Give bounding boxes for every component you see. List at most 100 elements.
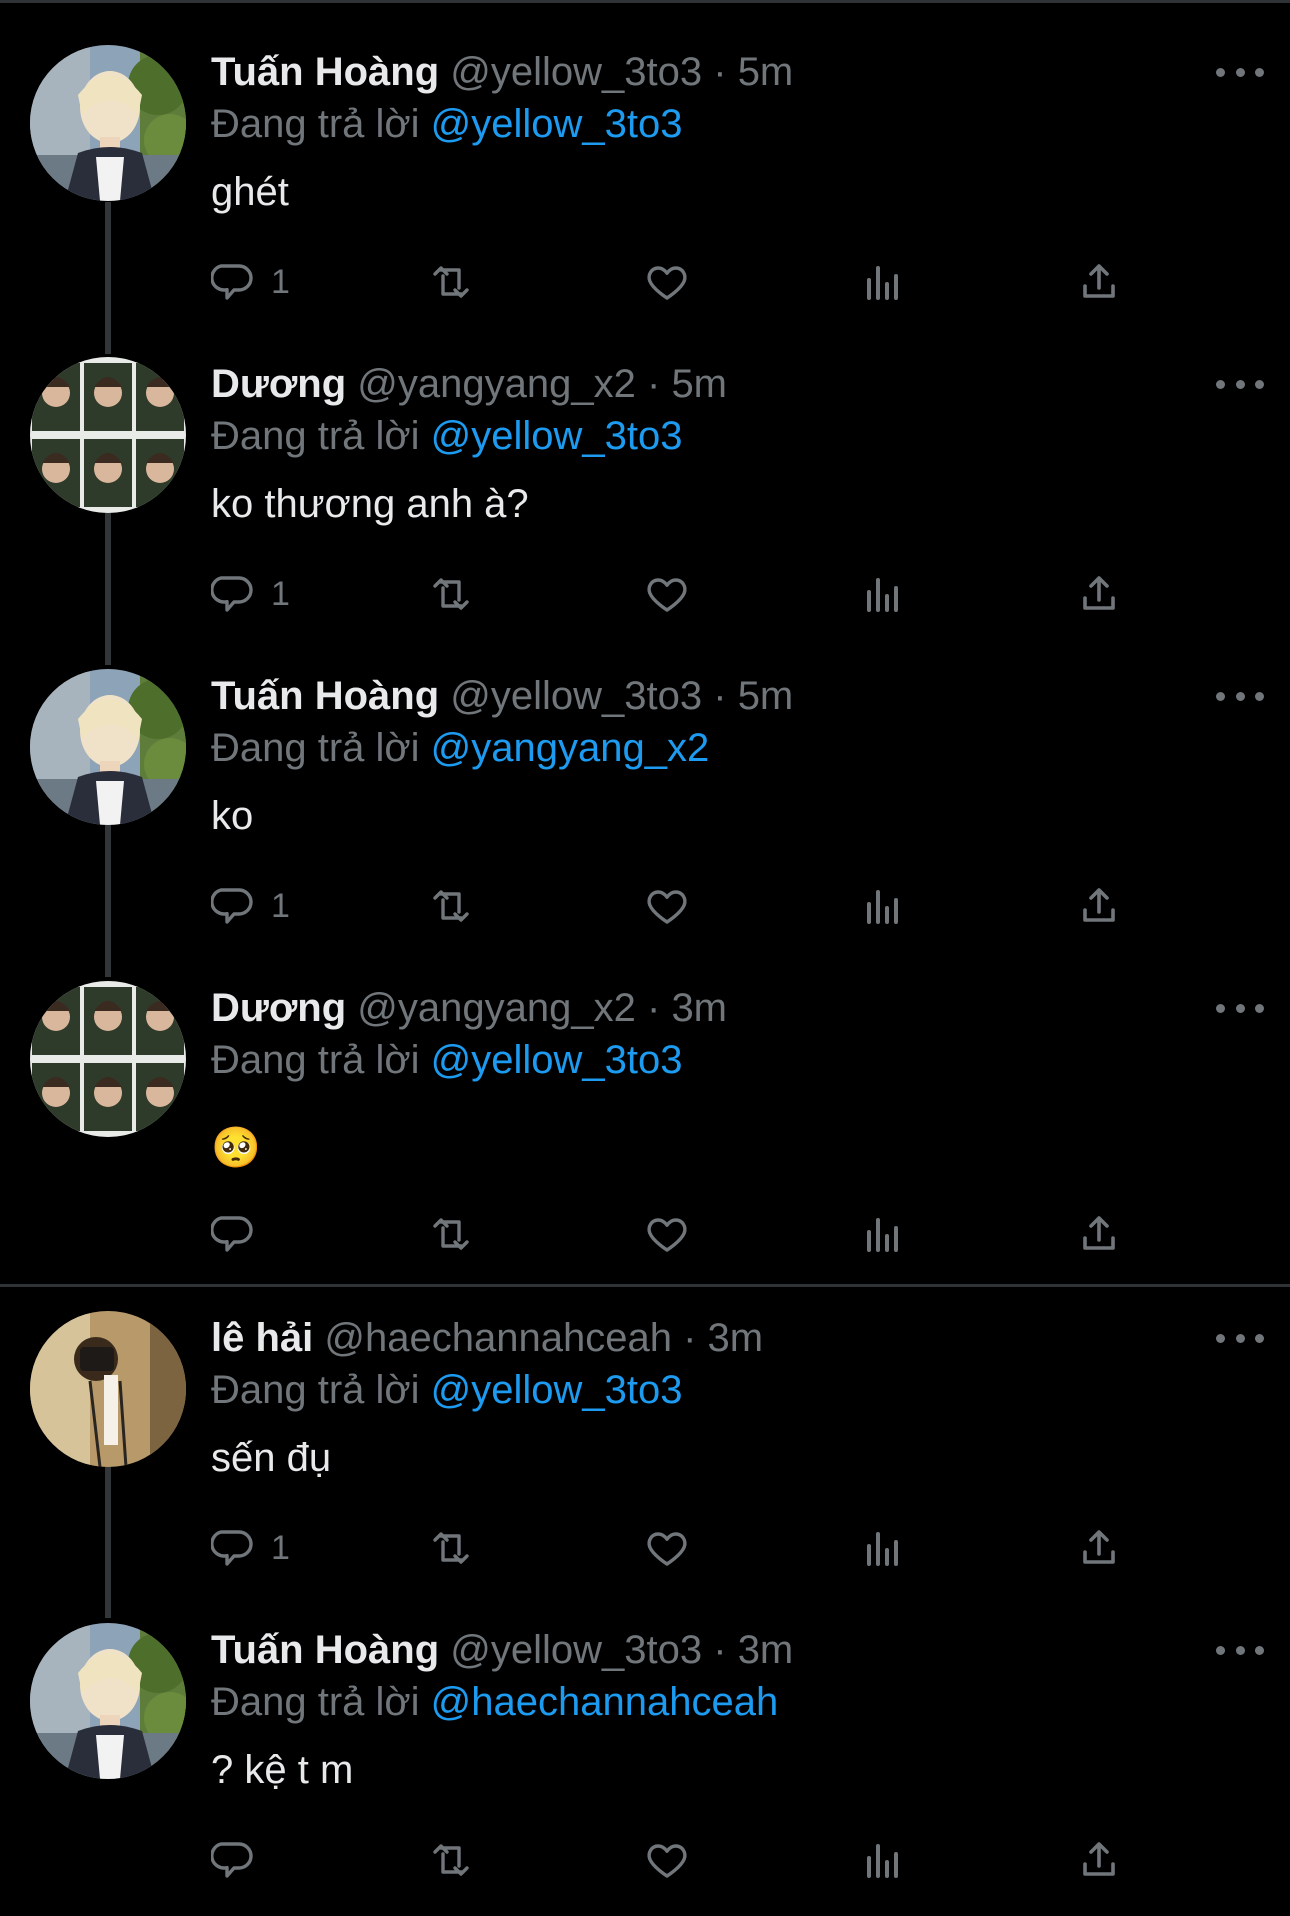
share-button[interactable] <box>1075 564 1123 624</box>
reply-icon <box>211 882 259 930</box>
reply-prefix: Đang trả lời <box>211 102 420 146</box>
avatar[interactable] <box>30 1311 186 1467</box>
reply-count: 1 <box>271 262 290 301</box>
avatar[interactable] <box>30 1623 186 1779</box>
like-button[interactable] <box>643 1830 691 1890</box>
display-name[interactable]: Tuấn Hoàng <box>211 50 439 94</box>
user-handle[interactable]: @yellow_3to3 <box>450 674 702 718</box>
retweet-button[interactable] <box>427 1830 475 1890</box>
timestamp[interactable]: 3m <box>708 1316 764 1360</box>
avatar[interactable] <box>30 669 186 825</box>
action-bar: 1 <box>211 252 1251 312</box>
views-button[interactable] <box>859 1830 907 1890</box>
reply-mention[interactable]: @haechannahceah <box>431 1680 779 1724</box>
share-button[interactable] <box>1075 1518 1123 1578</box>
reply-mention[interactable]: @yellow_3to3 <box>431 102 683 146</box>
timestamp[interactable]: 5m <box>738 674 794 718</box>
timestamp[interactable]: 5m <box>738 50 794 94</box>
timestamp[interactable]: 3m <box>671 986 727 1030</box>
reply-count: 1 <box>271 886 290 925</box>
reply-button[interactable] <box>211 1830 271 1890</box>
avatar[interactable] <box>30 981 186 1137</box>
share-icon <box>1075 882 1123 930</box>
views-button[interactable] <box>859 1518 907 1578</box>
action-bar <box>211 1204 1251 1264</box>
user-handle[interactable]: @yellow_3to3 <box>450 50 702 94</box>
retweet-button[interactable] <box>427 252 475 312</box>
user-handle[interactable]: @yellow_3to3 <box>450 1628 702 1672</box>
retweet-button[interactable] <box>427 564 475 624</box>
tweet-text: 🥺 <box>211 1126 261 1170</box>
user-handle[interactable]: @yangyang_x2 <box>357 986 636 1030</box>
like-icon <box>643 570 691 618</box>
timestamp[interactable]: 5m <box>671 362 727 406</box>
more-icon[interactable] <box>1216 988 1264 1028</box>
more-icon[interactable] <box>1216 1630 1264 1670</box>
user-handle[interactable]: @yangyang_x2 <box>357 362 636 406</box>
retweet-icon <box>427 1210 475 1258</box>
reply-count: 1 <box>271 574 290 613</box>
reply-button[interactable]: 1 <box>211 1518 290 1578</box>
user-handle[interactable]: @haechannahceah <box>324 1316 672 1360</box>
more-icon[interactable] <box>1216 364 1264 404</box>
share-icon <box>1075 258 1123 306</box>
retweet-button[interactable] <box>427 1204 475 1264</box>
reply-mention[interactable]: @yellow_3to3 <box>431 414 683 458</box>
avatar[interactable] <box>30 357 186 513</box>
like-button[interactable] <box>643 1518 691 1578</box>
more-icon[interactable] <box>1216 676 1264 716</box>
reply-count: 1 <box>271 1528 290 1567</box>
display-name[interactable]: lê hải <box>211 1316 313 1360</box>
reply-button[interactable] <box>211 1204 271 1264</box>
share-icon <box>1075 570 1123 618</box>
views-icon <box>859 258 907 306</box>
tweet-text: ko thương anh à? <box>211 482 529 526</box>
reply-icon <box>211 1210 259 1258</box>
share-button[interactable] <box>1075 252 1123 312</box>
reply-button[interactable]: 1 <box>211 252 290 312</box>
display-name[interactable]: Dương <box>211 986 346 1030</box>
share-icon <box>1075 1524 1123 1572</box>
like-icon <box>643 1836 691 1884</box>
replying-to: Đang trả lời @yellow_3to3 <box>211 1034 683 1086</box>
like-button[interactable] <box>643 564 691 624</box>
views-icon <box>859 1210 907 1258</box>
share-button[interactable] <box>1075 876 1123 936</box>
avatar[interactable] <box>30 45 186 201</box>
reply-mention[interactable]: @yellow_3to3 <box>431 1038 683 1082</box>
retweet-icon <box>427 1524 475 1572</box>
like-button[interactable] <box>643 1204 691 1264</box>
display-name[interactable]: Tuấn Hoàng <box>211 1628 439 1672</box>
replying-to: Đang trả lời @yangyang_x2 <box>211 722 709 774</box>
separator-dot: · <box>683 1316 697 1360</box>
tweet-text: ghét <box>211 170 289 214</box>
like-button[interactable] <box>643 252 691 312</box>
thread-divider <box>0 1284 1290 1287</box>
retweet-button[interactable] <box>427 1518 475 1578</box>
reply-icon <box>211 258 259 306</box>
timestamp[interactable]: 3m <box>738 1628 794 1672</box>
views-button[interactable] <box>859 252 907 312</box>
reply-button[interactable]: 1 <box>211 564 290 624</box>
views-icon <box>859 570 907 618</box>
views-button[interactable] <box>859 1204 907 1264</box>
retweet-icon <box>427 882 475 930</box>
views-button[interactable] <box>859 564 907 624</box>
thread-line <box>105 513 111 665</box>
reply-button[interactable]: 1 <box>211 876 290 936</box>
reply-mention[interactable]: @yellow_3to3 <box>431 1368 683 1412</box>
action-bar: 1 <box>211 1518 1251 1578</box>
tweet-text: sến đụ <box>211 1436 332 1480</box>
display-name[interactable]: Tuấn Hoàng <box>211 674 439 718</box>
more-icon[interactable] <box>1216 1318 1264 1358</box>
share-button[interactable] <box>1075 1204 1123 1264</box>
views-button[interactable] <box>859 876 907 936</box>
retweet-button[interactable] <box>427 876 475 936</box>
share-button[interactable] <box>1075 1830 1123 1890</box>
like-button[interactable] <box>643 876 691 936</box>
reply-mention[interactable]: @yangyang_x2 <box>431 726 710 770</box>
like-icon <box>643 1210 691 1258</box>
reply-icon <box>211 1524 259 1572</box>
display-name[interactable]: Dương <box>211 362 346 406</box>
more-icon[interactable] <box>1216 52 1264 92</box>
